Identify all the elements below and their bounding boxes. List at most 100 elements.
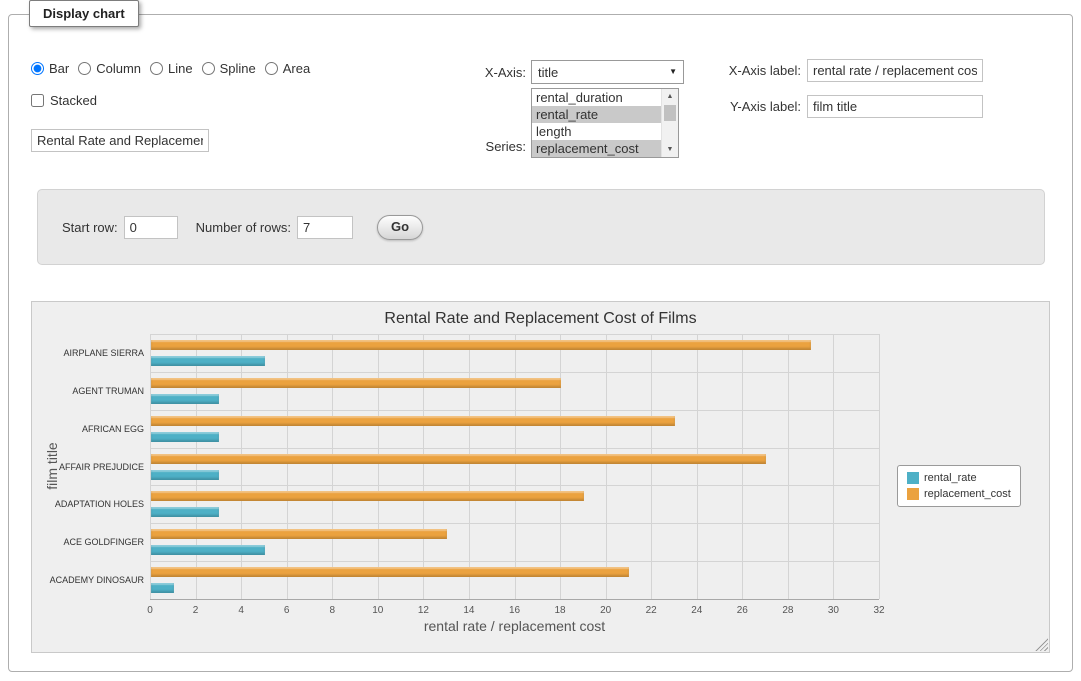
series-option-rental_rate[interactable]: rental_rate: [532, 106, 661, 123]
gridline-vertical: [560, 334, 561, 599]
bar-rental_rate: [151, 470, 219, 480]
gridline-vertical: [423, 334, 424, 599]
bar-rental_rate: [151, 583, 174, 593]
x-tick-label: 28: [782, 605, 793, 616]
gridline-vertical: [606, 334, 607, 599]
x-tick-label: 14: [463, 605, 474, 616]
chart-type-column-label: Column: [96, 61, 141, 76]
gridline-vertical: [742, 334, 743, 599]
x-axis-select-label: X-Axis:: [436, 65, 526, 80]
chart-type-option-area[interactable]: Area: [265, 61, 310, 76]
x-tick-label: 30: [828, 605, 839, 616]
resize-handle-icon[interactable]: [1035, 638, 1048, 651]
chart-type-area-label: Area: [283, 61, 310, 76]
gridline-vertical: [697, 334, 698, 599]
gridline-horizontal: [150, 561, 879, 562]
x-tick-label: 26: [737, 605, 748, 616]
bar-rental_rate: [151, 432, 219, 442]
gridline-vertical: [469, 334, 470, 599]
x-tick-label: 12: [418, 605, 429, 616]
gridline-vertical: [651, 334, 652, 599]
scroll-up-icon[interactable]: ▲: [662, 89, 678, 104]
x-axis-line: [150, 599, 879, 600]
panel-title: Display chart: [29, 0, 139, 27]
chart-type-option-spline[interactable]: Spline: [202, 61, 256, 76]
chart-type-line-radio[interactable]: [150, 62, 163, 75]
listbox-scrollbar[interactable]: ▲ ▼: [661, 89, 678, 157]
y-axis-label-label: Y-Axis label:: [709, 99, 801, 114]
legend-item-rental_rate[interactable]: rental_rate: [907, 472, 1011, 484]
gridline-horizontal: [150, 448, 879, 449]
category-label: AFFAIR PREJUDICE: [36, 462, 144, 472]
x-tick-label: 24: [691, 605, 702, 616]
num-rows-label: Number of rows:: [196, 220, 291, 235]
x-tick-label: 16: [509, 605, 520, 616]
scroll-down-icon[interactable]: ▼: [662, 142, 678, 157]
y-axis-label-input[interactable]: [807, 95, 983, 118]
series-option-length[interactable]: length: [532, 123, 661, 140]
series-listbox[interactable]: rental_durationrental_ratelengthreplacem…: [531, 88, 679, 158]
chart-type-bar-radio[interactable]: [31, 62, 44, 75]
bar-rental_rate: [151, 394, 219, 404]
x-axis-select[interactable]: title ▼: [531, 60, 684, 84]
x-axis-title: rental rate / replacement cost: [150, 618, 879, 634]
chart-title: Rental Rate and Replacement Cost of Film…: [32, 310, 1049, 328]
chart-type-area-radio[interactable]: [265, 62, 278, 75]
stacked-option[interactable]: Stacked: [31, 93, 97, 108]
x-tick-label: 8: [329, 605, 335, 616]
chart-type-spline-radio[interactable]: [202, 62, 215, 75]
gridline-horizontal: [150, 485, 879, 486]
gridline-vertical: [150, 334, 151, 599]
bar-replacement_cost: [151, 454, 766, 464]
bar-replacement_cost: [151, 416, 675, 426]
gridline-vertical: [332, 334, 333, 599]
num-rows-input[interactable]: [297, 216, 353, 239]
x-axis-label-row: X-Axis label:: [709, 59, 983, 82]
gridline-vertical: [287, 334, 288, 599]
start-row-label: Start row:: [62, 220, 118, 235]
chart-type-group: Bar Column Line Spline Area: [31, 61, 319, 76]
gridline-vertical: [241, 334, 242, 599]
gridline-vertical: [833, 334, 834, 599]
chart-type-spline-label: Spline: [220, 61, 256, 76]
category-label: AGENT TRUMAN: [36, 386, 144, 396]
legend-swatch: [907, 472, 919, 484]
scrollbar-thumb[interactable]: [664, 105, 676, 121]
chart-type-column-radio[interactable]: [78, 62, 91, 75]
chart-container: Rental Rate and Replacement Cost of Film…: [31, 301, 1050, 653]
x-tick-label: 22: [646, 605, 657, 616]
chart-type-option-line[interactable]: Line: [150, 61, 193, 76]
chart-title-input[interactable]: [31, 129, 209, 152]
bar-replacement_cost: [151, 491, 584, 501]
stacked-checkbox[interactable]: [31, 94, 44, 107]
scrollbar-track[interactable]: [662, 104, 678, 142]
series-label: Series:: [436, 139, 526, 158]
gridline-horizontal: [150, 523, 879, 524]
gridline-horizontal: [150, 372, 879, 373]
category-label: ACADEMY DINOSAUR: [36, 575, 144, 585]
start-row-input[interactable]: [124, 216, 178, 239]
series-option-replacement_cost[interactable]: replacement_cost: [532, 140, 661, 157]
x-tick-label: 0: [147, 605, 153, 616]
y-axis-label-row: Y-Axis label:: [709, 95, 983, 118]
bar-replacement_cost: [151, 567, 629, 577]
bar-replacement_cost: [151, 378, 561, 388]
series-option-rental_duration[interactable]: rental_duration: [532, 89, 661, 106]
series-options: rental_durationrental_ratelengthreplacem…: [532, 89, 661, 157]
category-label: AIRPLANE SIERRA: [36, 348, 144, 358]
series-row: Series: rental_durationrental_ratelength…: [436, 88, 679, 158]
legend-label: rental_rate: [924, 472, 977, 484]
x-tick-label: 2: [193, 605, 199, 616]
chart-type-option-column[interactable]: Column: [78, 61, 141, 76]
x-axis-label-input[interactable]: [807, 59, 983, 82]
category-label: ACE GOLDFINGER: [36, 537, 144, 547]
legend-item-replacement_cost[interactable]: replacement_cost: [907, 488, 1011, 500]
chart-type-option-bar[interactable]: Bar: [31, 61, 69, 76]
gridline-vertical: [196, 334, 197, 599]
x-tick-label: 4: [238, 605, 244, 616]
bar-rental_rate: [151, 507, 219, 517]
go-button[interactable]: Go: [377, 215, 423, 240]
legend-label: replacement_cost: [924, 488, 1011, 500]
bar-rental_rate: [151, 356, 265, 366]
bar-rental_rate: [151, 545, 265, 555]
